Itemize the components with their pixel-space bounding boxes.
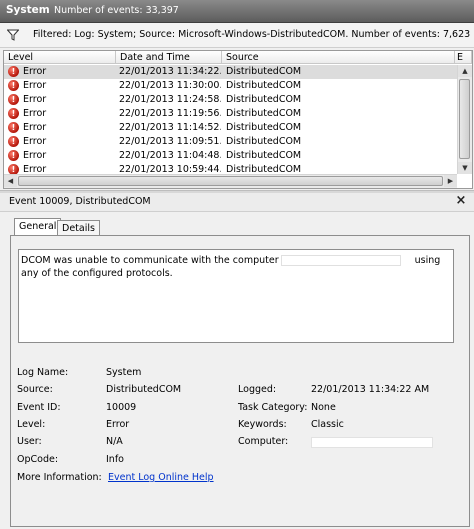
description-part-1: DCOM was unable to communicate with the …	[21, 255, 279, 266]
scroll-left-icon[interactable]: ◀	[4, 175, 17, 187]
table-row[interactable]: ! Error 22/01/2013 11:24:58... DistributedC…	[4, 93, 457, 107]
event-count: Number of events: 33,397	[54, 5, 179, 16]
redacted-computer-name	[280, 255, 401, 266]
error-icon: !	[8, 136, 19, 147]
row-source: DistributedCOM	[226, 150, 302, 161]
error-icon: !	[8, 108, 19, 119]
table-row[interactable]: ! Error 22/01/2013 11:09:51... DistributedC…	[4, 135, 457, 149]
table-row[interactable]: ! Error 22/01/2013 11:30:00... DistributedC…	[4, 79, 457, 93]
table-row[interactable]: ! Error 22/01/2013 11:04:48... DistributedC…	[4, 149, 457, 163]
column-header-event-id[interactable]: E	[455, 51, 472, 64]
row-source: DistributedCOM	[226, 66, 302, 77]
row-date-time: 22/01/2013 11:09:51...	[119, 136, 221, 147]
error-icon: !	[8, 80, 19, 91]
row-level: Error	[23, 108, 47, 119]
event-detail-header: Event 10009, DistributedCOM ×	[0, 193, 474, 212]
log-header: System Number of events: 33,397	[0, 0, 474, 23]
table-row[interactable]: ! Error 22/01/2013 11:34:22... DistributedC…	[4, 65, 457, 79]
list-vertical-scrollbar[interactable]: ▲ ▼	[457, 65, 472, 174]
event-id-value: 10009	[106, 402, 137, 413]
user-value: N/A	[106, 436, 123, 447]
row-date-time: 22/01/2013 11:30:00...	[119, 80, 221, 91]
filter-icon	[7, 29, 19, 41]
computer-label: Computer:	[238, 436, 289, 447]
close-icon[interactable]: ×	[454, 194, 468, 208]
filter-description: Filtered: Log: System; Source: Microsoft…	[33, 29, 471, 40]
row-date-time: 22/01/2013 11:04:48...	[119, 150, 221, 161]
error-icon: !	[8, 122, 19, 133]
event-id-label: Event ID:	[17, 402, 61, 413]
row-date-time: 22/01/2013 11:19:56...	[119, 108, 221, 119]
column-header-level[interactable]: Level	[4, 51, 116, 64]
row-source: DistributedCOM	[226, 136, 302, 147]
log-name-label: Log Name:	[17, 367, 69, 378]
source-value: DistributedCOM	[106, 384, 182, 395]
error-icon: !	[8, 94, 19, 105]
row-level: Error	[23, 136, 47, 147]
level-label: Level:	[17, 419, 46, 430]
user-label: User:	[17, 436, 42, 447]
logged-label: Logged:	[238, 384, 277, 395]
keywords-label: Keywords:	[238, 419, 287, 430]
event-list[interactable]: Level Date and Time Source E ! Error 22/01…	[3, 50, 473, 189]
task-category-label: Task Category:	[238, 402, 308, 413]
row-level: Error	[23, 80, 47, 91]
row-level: Error	[23, 66, 47, 77]
event-log-online-help-link[interactable]: Event Log Online Help	[108, 472, 214, 483]
keywords-value: Classic	[311, 419, 344, 430]
row-source: DistributedCOM	[226, 80, 302, 91]
scroll-up-icon[interactable]: ▲	[458, 65, 472, 77]
filter-bar: Filtered: Log: System; Source: Microsoft…	[0, 23, 474, 48]
row-level: Error	[23, 122, 47, 133]
error-icon: !	[8, 150, 19, 161]
column-header-source[interactable]: Source	[222, 51, 455, 64]
opcode-label: OpCode:	[17, 454, 59, 465]
more-information-label: More Information:	[17, 472, 102, 483]
list-horizontal-scroll-thumb[interactable]	[18, 176, 443, 186]
table-row[interactable]: ! Error 22/01/2013 11:14:52... DistributedC…	[4, 121, 457, 135]
list-vertical-scroll-thumb[interactable]	[459, 79, 470, 159]
log-name-value: System	[106, 367, 142, 378]
row-level: Error	[23, 94, 47, 105]
scroll-down-icon[interactable]: ▼	[458, 162, 472, 174]
source-label: Source:	[17, 384, 53, 395]
row-source: DistributedCOM	[226, 122, 302, 133]
log-title: System	[6, 4, 50, 16]
row-source: DistributedCOM	[226, 94, 302, 105]
column-header-date-time[interactable]: Date and Time	[116, 51, 222, 64]
row-date-time: 22/01/2013 11:14:52...	[119, 122, 221, 133]
task-category-value: None	[311, 402, 336, 413]
logged-value: 22/01/2013 11:34:22 AM	[311, 384, 430, 395]
event-description[interactable]: DCOM was unable to communicate with the …	[18, 249, 454, 343]
error-icon: !	[8, 66, 19, 77]
list-horizontal-scrollbar[interactable]: ◀ ▶	[4, 174, 457, 188]
row-date-time: 22/01/2013 11:24:58...	[119, 94, 221, 105]
opcode-value: Info	[106, 454, 124, 465]
redacted-computer-value	[311, 437, 433, 448]
event-detail-title: Event 10009, DistributedCOM	[9, 196, 151, 207]
row-date-time: 22/01/2013 11:34:22...	[119, 66, 221, 77]
row-level: Error	[23, 150, 47, 161]
level-value: Error	[106, 419, 130, 430]
event-description-text: DCOM was unable to communicate with the …	[21, 254, 451, 280]
row-source: DistributedCOM	[226, 108, 302, 119]
scroll-right-icon[interactable]: ▶	[444, 175, 457, 187]
table-row[interactable]: ! Error 22/01/2013 11:19:56... DistributedC…	[4, 107, 457, 121]
